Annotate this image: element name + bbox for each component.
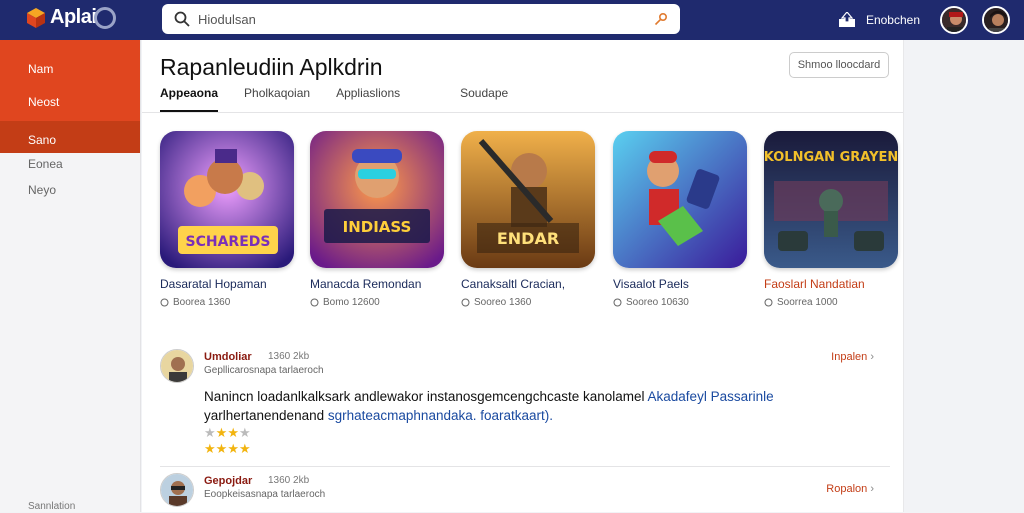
search-bar[interactable]: Hiodulsan [162, 4, 680, 34]
star-icon: ★ [227, 425, 239, 440]
star-icon: ★ [204, 441, 216, 456]
app-card-meta: Sooreo 1360 [461, 297, 595, 308]
star-rating: ★★★★ ★★★★ [204, 425, 251, 457]
upload-icon[interactable] [838, 12, 856, 28]
app-card-image[interactable]: KOLNGAN GRAYEN [764, 131, 898, 268]
app-card[interactable]: KOLNGAN GRAYEN Faoslarl Nandatian Soorre… [764, 131, 898, 308]
download-icon [461, 298, 470, 307]
app-card-meta: Boorea 1360 [160, 297, 294, 308]
page-title: Rapanleudiin Aplkdrin [160, 54, 383, 80]
app-card-image[interactable]: SCHAREDS [160, 131, 294, 268]
app-card-meta: Soorrea 1000 [764, 297, 898, 308]
app-card-title[interactable]: Visaalot Paels [613, 277, 747, 291]
app-card[interactable]: ENDAR Canaksaltl Cracian, Sooreo 1360 [461, 131, 595, 308]
app-card[interactable]: SCHAREDS Dasaratal Hopaman Boorea 1360 [160, 131, 294, 308]
app-logo[interactable]: Aplai [26, 6, 117, 29]
app-card[interactable]: INDIASS Manacda Remondan Bomo 12600 [310, 131, 444, 308]
tab-appeaona[interactable]: Appeaona [160, 86, 219, 112]
reviewer-name[interactable]: Gepojdar [204, 475, 252, 487]
review-link-label[interactable]: Inpalen [831, 351, 867, 363]
review-link[interactable]: Inpalen › [831, 351, 874, 363]
download-icon [613, 298, 622, 307]
review-text-2: yarlhertanendenand [204, 408, 325, 423]
filter-button[interactable]: Shmoo lloocdard [789, 52, 889, 78]
logo-cube-icon [27, 7, 45, 28]
app-card-title[interactable]: Faoslarl Nandatian [764, 277, 898, 291]
star-icon: ★ [238, 441, 251, 456]
review-subtitle: Eoopkeisasnapa tarlaeroch [204, 489, 326, 500]
sidebar-item-sano[interactable]: Sano [0, 121, 140, 153]
sidebar-footer[interactable]: Sannlation [28, 501, 75, 512]
reviewer-avatar[interactable] [160, 473, 194, 507]
right-pane [903, 40, 1024, 512]
sidebar: Nam Neost Sano Eonea Neyo Sannlation [0, 40, 141, 512]
app-card-meta-text: Sooreo 10630 [626, 297, 689, 308]
app-card-meta: Sooreo 10630 [613, 297, 747, 308]
review-item: Umdoliar 1360 2kb Gepllicarosnapa tarlae… [160, 349, 890, 459]
sidebar-item-nam[interactable]: Nam [0, 52, 140, 85]
review-subtitle: Gepllicarosnapa tarlaeroch [204, 365, 324, 376]
review-text: Nanincn loadanlkalksark andlewakor insta… [204, 389, 645, 404]
card-art-text: KOLNGAN GRAYEN [764, 150, 898, 165]
top-right-group: Enobchen [838, 0, 1024, 40]
logo-text: Aplai [50, 6, 97, 28]
download-icon [160, 298, 169, 307]
review-body: Nanincn loadanlkalksark andlewakor insta… [204, 387, 864, 425]
sidebar-item-eonea[interactable]: Eonea [0, 153, 140, 175]
search-input[interactable]: Hiodulsan [198, 12, 654, 27]
card-art-text: SCHAREDS [186, 234, 271, 250]
review-link-text[interactable]: Akadafeyl Passarinle [648, 389, 774, 404]
chevron-right-icon: › [870, 483, 874, 495]
star-icon: ★ [215, 425, 228, 440]
app-card-title[interactable]: Dasaratal Hopaman [160, 277, 294, 291]
star-icon: ★ [215, 441, 228, 456]
review-link-label[interactable]: Ropalon [826, 483, 867, 495]
tab-divider [142, 112, 903, 113]
review-item: Gepojdar 1360 2kb Eoopkeisasnapa tarlaer… [160, 473, 890, 513]
tab-soudape[interactable]: Soudape [460, 86, 508, 112]
download-icon [310, 298, 319, 307]
chevron-right-icon: › [870, 351, 874, 363]
tab-appliaslions[interactable]: Appliaslions [336, 86, 400, 112]
app-card-image[interactable]: ENDAR [461, 131, 595, 268]
review-divider [160, 466, 890, 467]
reviewer-avatar[interactable] [160, 349, 194, 383]
star-icon: ★ [204, 425, 216, 440]
review-meta: 1360 2kb [268, 475, 310, 486]
card-art-text: ENDAR [497, 229, 559, 248]
sidebar-top-section: Nam Neost [0, 40, 140, 121]
app-card-meta-text: Sooreo 1360 [474, 297, 532, 308]
app-card-meta-text: Soorrea 1000 [777, 297, 838, 308]
download-icon [764, 298, 773, 307]
sidebar-item-neost[interactable]: Neost [0, 85, 140, 118]
app-card-title[interactable]: Canaksaltl Cracian, [461, 277, 595, 291]
logo-ring-icon [94, 6, 117, 29]
key-icon[interactable] [654, 12, 668, 26]
sidebar-item-neyo[interactable]: Neyo [0, 179, 140, 201]
reviewer-name[interactable]: Umdoliar [204, 351, 252, 363]
app-card-image[interactable] [613, 131, 747, 268]
search-icon [174, 11, 190, 27]
avatar-secondary[interactable] [982, 6, 1010, 34]
app-card-title[interactable]: Manacda Remondan [310, 277, 444, 291]
top-bar: Aplai Hiodulsan Enobchen [0, 0, 1024, 40]
top-account-label[interactable]: Enobchen [866, 13, 920, 27]
app-card-meta-text: Bomo 12600 [323, 297, 380, 308]
main-panel: Rapanleudiin Aplkdrin Shmoo lloocdard Ap… [142, 40, 903, 512]
review-link-text-2[interactable]: sgrhateacmaphnandaka. foaratkaart). [328, 408, 553, 423]
app-card-image[interactable]: INDIASS [310, 131, 444, 268]
app-card-meta-text: Boorea 1360 [173, 297, 231, 308]
review-link[interactable]: Ropalon › [826, 483, 874, 495]
app-card[interactable]: Visaalot Paels Sooreo 10630 [613, 131, 747, 308]
star-icon: ★ [238, 425, 251, 440]
star-icon: ★ [227, 441, 239, 456]
avatar[interactable] [940, 6, 968, 34]
app-card-meta: Bomo 12600 [310, 297, 444, 308]
tab-pholkaqoian[interactable]: Pholkaqoian [244, 86, 310, 112]
tab-bar: Appeaona Pholkaqoian Appliaslions Soudap… [160, 86, 508, 112]
card-art-text: INDIASS [343, 218, 412, 236]
review-meta: 1360 2kb [268, 351, 310, 362]
